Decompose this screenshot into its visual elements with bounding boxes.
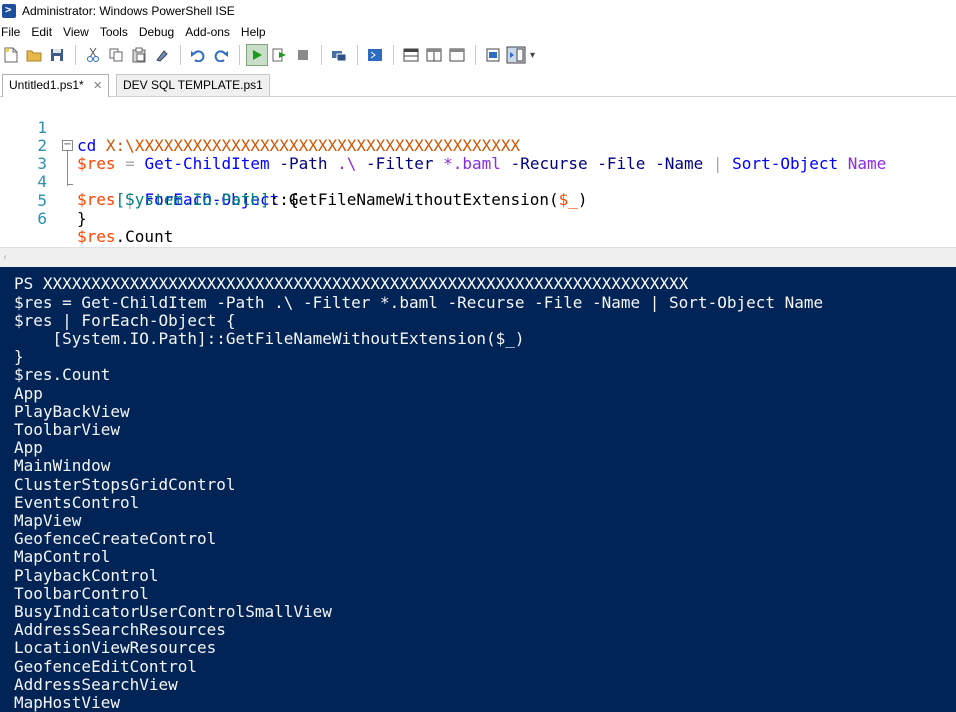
toolbar-separator xyxy=(239,45,240,65)
tab-label: DEV SQL TEMPLATE.ps1 xyxy=(123,78,263,92)
console-line: EventsControl xyxy=(14,493,140,512)
console-line: [System.IO.Path]::GetFileNameWithoutExte… xyxy=(14,329,525,348)
show-script-right-icon[interactable] xyxy=(423,44,445,66)
line-number: 6 xyxy=(37,209,47,228)
console-line: $res | ForEach-Object { xyxy=(14,311,236,330)
console-line: App xyxy=(14,438,43,457)
console-line: GeofenceEditControl xyxy=(14,657,198,676)
menu-debug[interactable]: Debug xyxy=(138,25,180,39)
cut-icon[interactable] xyxy=(82,44,104,66)
console-prompt-line: PS XXXXXXXXXXXXXXXXXXXXXXXXXXXXXXXXXXXXX… xyxy=(14,275,688,293)
show-command-window-icon[interactable] xyxy=(482,44,504,66)
window-title: Administrator: Windows PowerShell ISE xyxy=(22,4,235,18)
menu-add-ons[interactable]: Add-ons xyxy=(184,25,236,39)
toolbar-overflow-icon[interactable]: ▾ xyxy=(530,50,535,61)
paste-icon[interactable] xyxy=(128,44,150,66)
run-script-icon[interactable] xyxy=(246,44,268,66)
redacted-path: XXXXXXXXXXXXXXXXXXXXXXXXXXXXXXXXXXXXXXXX… xyxy=(42,274,689,293)
console-line: MapControl xyxy=(14,547,111,566)
console-line: GeofenceCreateControl xyxy=(14,529,217,548)
show-script-max-icon[interactable] xyxy=(446,44,468,66)
new-remote-tab-icon[interactable] xyxy=(328,44,350,66)
scroll-left-icon[interactable]: ‹ xyxy=(3,252,7,263)
console-line: MainWindow xyxy=(14,456,111,475)
tab-untitled1[interactable]: Untitled1.ps1* ✕ xyxy=(2,74,110,97)
undo-icon[interactable] xyxy=(187,44,209,66)
toolbar-separator xyxy=(321,45,322,65)
menu-view[interactable]: View xyxy=(62,25,95,39)
tab-label: Untitled1.ps1* xyxy=(9,78,84,92)
toolbar-separator xyxy=(357,45,358,65)
editor-line: 2 $res = Get-ChildItem -Path .\ -Filter … xyxy=(0,119,956,173)
editor-line: 1 cd X:\XXXXXXXXXXXXXXXXXXXXXXXXXXXXXXXX… xyxy=(0,101,956,155)
show-script-top-icon[interactable] xyxy=(400,44,422,66)
show-command-addon-icon[interactable] xyxy=(505,44,527,66)
console-line: BusyIndicatorUserControlSmallView xyxy=(14,602,332,621)
toolbar-separator xyxy=(475,45,476,65)
close-icon[interactable]: ✕ xyxy=(93,80,102,92)
start-powershell-icon[interactable] xyxy=(364,44,386,66)
editor-line: 3 − $res | ForEach-Object { xyxy=(0,137,956,209)
fold-guide-end xyxy=(67,184,73,185)
prompt-prefix: PS xyxy=(14,274,34,293)
redo-icon[interactable] xyxy=(210,44,232,66)
console-line: $res.Count xyxy=(14,365,111,384)
toolbar-separator xyxy=(393,45,394,65)
console-line: PlaybackControl xyxy=(14,566,159,585)
script-editor[interactable]: 1 cd X:\XXXXXXXXXXXXXXXXXXXXXXXXXXXXXXXX… xyxy=(0,97,956,247)
pane-splitter[interactable]: ‹ xyxy=(0,247,956,268)
copy-icon[interactable] xyxy=(105,44,127,66)
run-selection-icon[interactable] xyxy=(269,44,291,66)
menu-bar: File Edit View Tools Debug Add-ons Help xyxy=(0,22,956,42)
console-line: MapView xyxy=(14,511,82,530)
console-line: ToolbarControl xyxy=(14,584,149,603)
powershell-ise-icon xyxy=(2,3,16,18)
new-file-icon[interactable] xyxy=(0,44,22,66)
toolbar: ▾ xyxy=(0,42,956,68)
console-line: $res = Get-ChildItem -Path .\ -Filter *.… xyxy=(14,293,824,312)
console-line: ToolbarView xyxy=(14,420,120,439)
title-bar: Administrator: Windows PowerShell ISE xyxy=(0,0,956,22)
editor-line: 6 $res.Count xyxy=(0,192,956,246)
code: } xyxy=(77,209,87,228)
menu-tools[interactable]: Tools xyxy=(99,25,134,39)
console-line: LocationViewResources xyxy=(14,638,217,657)
editor-line: 4 [System.IO.Path]::GetFileNameWithoutEx… xyxy=(0,155,956,209)
toolbar-separator xyxy=(180,45,181,65)
console-line: ClusterStopsGridControl xyxy=(14,475,236,494)
tab-dev-sql-template[interactable]: DEV SQL TEMPLATE.ps1 xyxy=(116,74,270,96)
console-pane[interactable]: PS XXXXXXXXXXXXXXXXXXXXXXXXXXXXXXXXXXXXX… xyxy=(0,267,956,712)
console-line: MapHostView xyxy=(14,693,120,712)
clear-icon[interactable] xyxy=(151,44,173,66)
menu-file[interactable]: File xyxy=(0,25,26,39)
open-folder-icon[interactable] xyxy=(23,44,45,66)
script-tabs: Untitled1.ps1* ✕ DEV SQL TEMPLATE.ps1 xyxy=(0,74,956,97)
menu-edit[interactable]: Edit xyxy=(30,25,58,39)
save-icon[interactable] xyxy=(46,44,68,66)
stop-icon[interactable] xyxy=(292,44,314,66)
menu-help[interactable]: Help xyxy=(240,25,272,39)
console-line: AddressSearchResources xyxy=(14,620,226,639)
console-line: AddressSearchView xyxy=(14,675,178,694)
console-line: PlayBackView xyxy=(14,402,130,421)
editor-line: 5 } xyxy=(0,174,956,228)
console-line: } xyxy=(14,347,24,366)
code: $res.Count xyxy=(77,227,174,246)
toolbar-separator xyxy=(75,45,76,65)
console-line: App xyxy=(14,384,43,403)
